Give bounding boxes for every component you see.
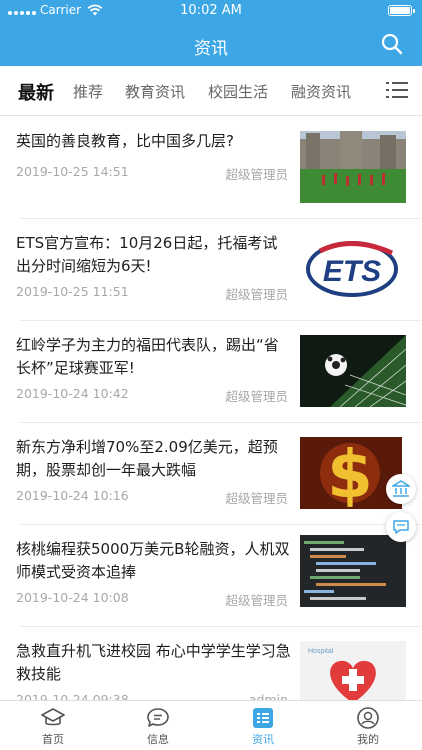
- news-item[interactable]: 红岭学子为主力的福田代表队，踢出“省长杯”足球赛亚军! 2019-10-24 1…: [0, 321, 422, 423]
- news-item[interactable]: 核桃编程获5000万美元B轮融资，人机双师模式受资本追捧 2019-10-24 …: [0, 525, 422, 627]
- news-date: 2019-10-24 10:42: [16, 386, 129, 401]
- news-item[interactable]: 英国的善良教育，比中国多几层? 2019-10-25 14:51 超级管理员: [0, 117, 422, 219]
- news-author: 超级管理员: [225, 167, 288, 182]
- graduation-cap-icon: [41, 708, 65, 726]
- news-thumbnail-soccer: [300, 335, 406, 407]
- news-thumbnail-dollar: $: [300, 437, 402, 509]
- tab-latest[interactable]: 最新: [18, 79, 54, 105]
- message-button[interactable]: [386, 512, 416, 542]
- tab-campus-life[interactable]: 校园生活: [208, 81, 268, 102]
- message-icon: [393, 520, 409, 534]
- tab-financing-news[interactable]: 融资资讯: [291, 81, 351, 102]
- news-item[interactable]: 新东方净利增70%至2.09亿美元，超预期，股票却创一年最大跌幅 2019-10…: [0, 423, 422, 525]
- news-author: 超级管理员: [225, 287, 288, 302]
- bottom-nav-news[interactable]: 资讯: [223, 707, 303, 747]
- bottom-nav-profile[interactable]: 我的: [328, 707, 408, 747]
- bottom-nav-label: 信息: [147, 733, 169, 746]
- dollar-symbol: $: [327, 437, 373, 509]
- news-author: 超级管理员: [225, 491, 288, 506]
- news-title: 急救直升机飞进校园 布心中学学生学习急救技能: [16, 642, 291, 683]
- bank-button[interactable]: [386, 474, 416, 504]
- news-title: 英国的善良教育，比中国多几层?: [16, 132, 234, 150]
- search-icon[interactable]: [380, 32, 404, 56]
- news-list-icon: [253, 708, 273, 728]
- bottom-nav-label: 首页: [42, 733, 64, 746]
- category-tabs: 最新 推荐 教育资讯 校园生活 融资资讯: [0, 66, 422, 116]
- news-date: 2019-10-25 14:51: [16, 164, 129, 179]
- tab-recommended[interactable]: 推荐: [73, 81, 103, 102]
- bank-icon: [392, 480, 410, 497]
- menu-list-icon[interactable]: [386, 80, 408, 100]
- ets-logo-thumbnail: ETS: [300, 231, 406, 303]
- ets-logo-text: ETS: [323, 255, 381, 288]
- tab-education-news[interactable]: 教育资讯: [125, 81, 185, 102]
- news-item[interactable]: ETS官方宣布：10月26日起，托福考试出分时间缩短为6天! 2019-10-2…: [0, 219, 422, 321]
- news-date: 2019-10-24 10:08: [16, 590, 129, 605]
- app-header: Carrier 10:02 AM 资讯: [0, 0, 422, 66]
- battery-icon: [388, 5, 415, 16]
- news-author: 超级管理员: [225, 593, 288, 608]
- bottom-nav-label: 我的: [357, 733, 379, 746]
- hospital-label: Hospital: [308, 648, 334, 655]
- chat-bubble-icon: [147, 708, 169, 727]
- news-date: 2019-10-24 10:16: [16, 488, 129, 503]
- news-title: 核桃编程获5000万美元B轮融资，人机双师模式受资本追捧: [16, 540, 290, 581]
- news-date: 2019-10-25 11:51: [16, 284, 129, 299]
- news-thumbnail-code: [300, 535, 406, 607]
- bottom-nav-messages[interactable]: 信息: [118, 707, 198, 747]
- user-icon: [357, 707, 379, 729]
- page-title: 资讯: [194, 39, 228, 59]
- news-title: ETS官方宣布：10月26日起，托福考试出分时间缩短为6天!: [16, 234, 278, 275]
- status-time: 10:02 AM: [180, 3, 242, 18]
- bottom-nav: 首页 信息 资讯 我的: [0, 700, 422, 750]
- news-title: 新东方净利增70%至2.09亿美元，超预期，股票却创一年最大跌幅: [16, 438, 278, 479]
- news-thumbnail-castle: [300, 131, 406, 203]
- status-bar: Carrier 10:02 AM: [0, 0, 422, 22]
- news-author: 超级管理员: [225, 389, 288, 404]
- bottom-nav-label: 资讯: [252, 733, 274, 746]
- news-title: 红岭学子为主力的福田代表队，踢出“省长杯”足球赛亚军!: [16, 336, 279, 377]
- bottom-nav-home[interactable]: 首页: [13, 707, 93, 747]
